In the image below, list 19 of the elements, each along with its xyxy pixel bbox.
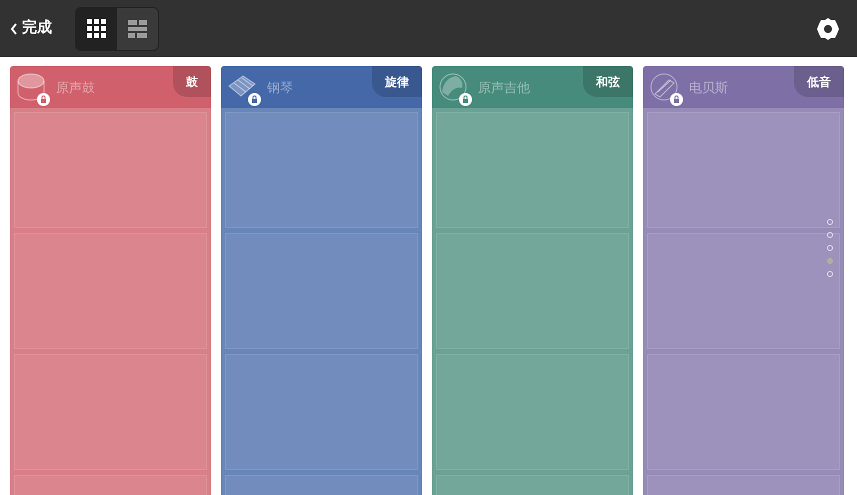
drum-icon (16, 72, 46, 102)
guitar-icon (438, 72, 468, 102)
instrument-name: 钢琴 (267, 79, 293, 98)
grid-icon (87, 19, 106, 38)
instrument-name: 原声吉他 (478, 79, 530, 98)
category-tag: 旋律 (372, 66, 422, 97)
category-tag: 低音 (794, 66, 844, 97)
pattern-slot[interactable] (647, 233, 840, 349)
view-mode-button[interactable] (76, 8, 117, 50)
back-button[interactable]: 完成 (10, 17, 52, 40)
settings-icon (816, 16, 840, 40)
instrument-name: 原声鼓 (56, 79, 95, 98)
category-tag: 和弦 (583, 66, 633, 97)
chevron-left-icon (10, 22, 18, 34)
pattern-slot[interactable] (647, 112, 840, 228)
instrument-name: 电贝斯 (689, 79, 728, 98)
blocks-icon (128, 20, 147, 38)
bass-headstock-icon (649, 72, 679, 102)
category-tag: 鼓 (173, 66, 211, 97)
